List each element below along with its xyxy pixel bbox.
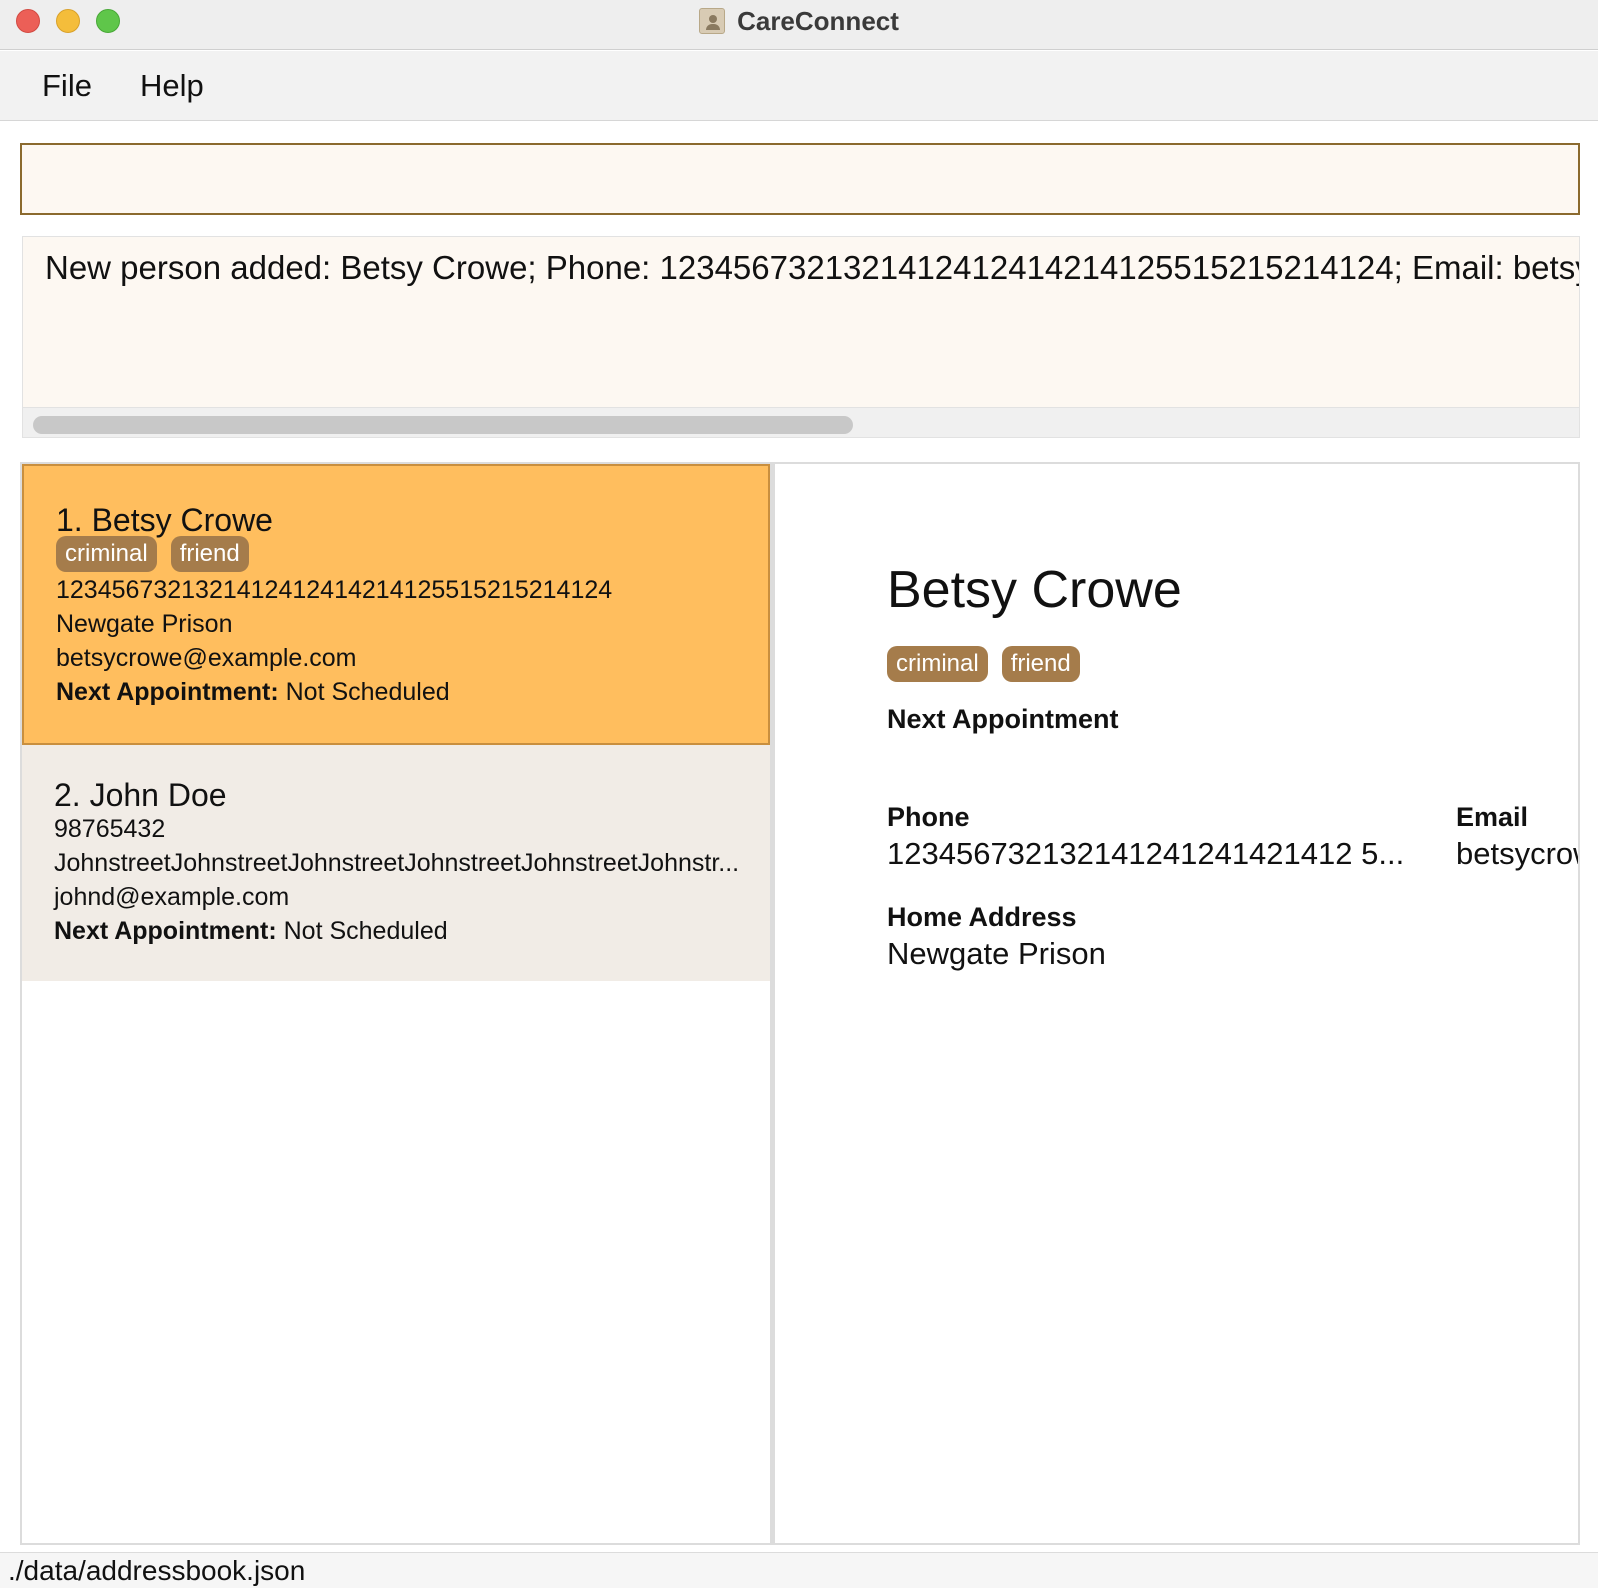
contact-book-icon — [699, 8, 726, 34]
person-appointment: Next Appointment: Not Scheduled — [56, 678, 450, 707]
menu-help[interactable]: Help — [128, 68, 216, 104]
detail-phone-value: 123456732132141241241421412 5... — [887, 836, 1405, 871]
tag-badge: friend — [1001, 646, 1080, 682]
detail-phone-label: Phone — [887, 802, 970, 832]
person-address: JohnstreetJohnstreetJohnstreetJohnstreet… — [54, 849, 740, 877]
result-display: New person added: Betsy Crowe; Phone: 12… — [22, 236, 1580, 438]
appointment-label: Next Appointment: — [56, 678, 279, 706]
detail-tags: criminal friend — [887, 646, 1080, 682]
appointment-value: Not Scheduled — [285, 678, 450, 706]
person-phone: 1234567321321412412414214125515215214124 — [56, 576, 613, 604]
detail-email-value: betsycrowe — [1456, 836, 1578, 871]
person-phone: 98765432 — [54, 815, 166, 843]
tag-badge: criminal — [887, 646, 988, 682]
person-name: 2. John Doe — [54, 777, 227, 813]
command-input[interactable] — [22, 145, 1578, 213]
person-tags: criminal friend — [56, 536, 249, 572]
command-box — [20, 143, 1580, 215]
detail-name: Betsy Crowe — [887, 561, 1182, 619]
detail-email-label: Email — [1456, 802, 1529, 832]
scrollbar-thumb[interactable] — [33, 416, 853, 434]
window-title: CareConnect — [737, 5, 899, 36]
person-detail-panel: Betsy Crowe criminal friend Next Appoint… — [772, 462, 1580, 1545]
appointment-value: Not Scheduled — [283, 917, 448, 945]
person-email: johnd@example.com — [54, 883, 290, 911]
person-email: betsycrowe@example.com — [56, 644, 357, 672]
person-list: 1. Betsy Crowe criminal friend 123456732… — [20, 462, 772, 1545]
person-card-selected[interactable]: 1. Betsy Crowe criminal friend 123456732… — [22, 464, 770, 745]
detail-appointment-label: Next Appointment — [887, 704, 1119, 734]
appointment-label: Next Appointment: — [54, 917, 277, 945]
save-file-path: ./data/addressbook.json — [8, 1555, 306, 1586]
menu-bar: File Help — [0, 51, 1598, 121]
title-bar: CareConnect — [0, 0, 1598, 50]
tag-badge: friend — [170, 536, 249, 572]
person-appointment: Next Appointment: Not Scheduled — [54, 917, 448, 946]
person-name: 1. Betsy Crowe — [56, 502, 273, 538]
result-message: New person added: Betsy Crowe; Phone: 12… — [45, 249, 1580, 286]
menu-file[interactable]: File — [30, 68, 104, 104]
window-title-group: CareConnect — [0, 0, 1598, 42]
detail-address-value: Newgate Prison — [887, 936, 1106, 971]
person-address: Newgate Prison — [56, 610, 233, 638]
detail-address-label: Home Address — [887, 902, 1077, 932]
person-card[interactable]: 2. John Doe 98765432 JohnstreetJohnstree… — [22, 745, 770, 981]
status-bar: ./data/addressbook.json — [0, 1552, 1598, 1588]
result-horizontal-scrollbar[interactable] — [23, 407, 1579, 437]
tag-badge: criminal — [56, 536, 157, 572]
